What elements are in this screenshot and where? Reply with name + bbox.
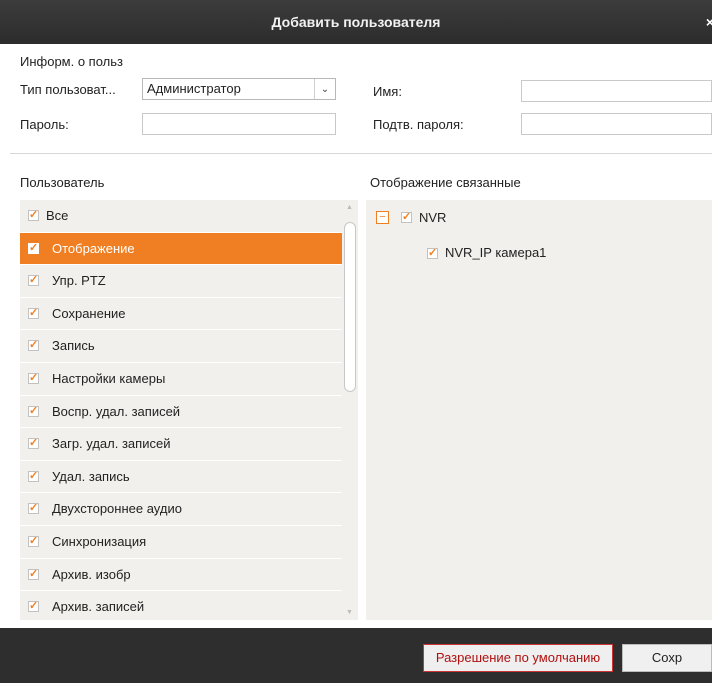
password-input[interactable] bbox=[142, 113, 336, 135]
permission-item[interactable]: ✓ Двухстороннее аудио bbox=[20, 493, 342, 526]
permission-item[interactable]: ✓ Упр. PTZ bbox=[20, 265, 342, 298]
permission-label: Сохранение bbox=[52, 305, 126, 321]
permission-item[interactable]: ✓ Удал. запись bbox=[20, 461, 342, 494]
chevron-down-icon[interactable]: ⌄ bbox=[314, 79, 335, 99]
permission-label: Упр. PTZ bbox=[52, 273, 106, 289]
user-type-value: Администратор bbox=[147, 81, 241, 96]
default-permission-button[interactable]: Разрешение по умолчанию bbox=[423, 644, 613, 672]
permission-item[interactable]: ✓ Архив. изобр bbox=[20, 559, 342, 592]
checkbox[interactable]: ✓ bbox=[28, 242, 39, 254]
tree-root-label: NVR bbox=[419, 210, 447, 225]
scroll-up-icon[interactable]: ▲ bbox=[346, 204, 353, 211]
checkbox[interactable]: ✓ bbox=[28, 568, 39, 580]
divider bbox=[10, 153, 712, 154]
permission-item[interactable]: ✓ Синхронизация bbox=[20, 526, 342, 559]
checkbox[interactable]: ✓ bbox=[28, 405, 39, 417]
checkbox[interactable]: ✓ bbox=[28, 438, 39, 450]
checkbox[interactable]: ✓ bbox=[28, 275, 39, 287]
checkbox[interactable]: ✓ bbox=[28, 601, 39, 613]
dialog-title: Добавить пользователя bbox=[271, 14, 441, 30]
permission-item[interactable]: ✓ Отображение bbox=[20, 232, 342, 266]
user-type-select[interactable]: Администратор ⌄ bbox=[142, 78, 336, 100]
resources-panel bbox=[366, 200, 712, 620]
user-info-section-label: Информ. о польз bbox=[20, 54, 123, 69]
permission-label: Отображение bbox=[52, 240, 135, 256]
permission-label: Синхронизация bbox=[52, 533, 147, 549]
save-button[interactable]: Сохр bbox=[622, 644, 712, 672]
checkbox[interactable]: ✓ bbox=[28, 470, 39, 482]
permission-label: Удал. запись bbox=[52, 468, 130, 484]
permission-item-all[interactable]: ✓ Все bbox=[20, 200, 342, 233]
tree-child-label: NVR_IP камера1 bbox=[445, 245, 547, 260]
checkbox[interactable]: ✓ bbox=[28, 372, 39, 384]
permission-label: Двухстороннее аудио bbox=[52, 501, 182, 517]
permission-item[interactable]: ✓ Запись bbox=[20, 330, 342, 363]
permission-label: Загр. удал. записей bbox=[52, 436, 171, 452]
permission-label: Воспр. удал. записей bbox=[52, 403, 181, 419]
permission-item[interactable]: ✓ Загр. удал. записей bbox=[20, 428, 342, 461]
name-input[interactable] bbox=[521, 80, 712, 102]
checkbox[interactable]: ✓ bbox=[28, 210, 39, 221]
confirm-password-label: Подтв. пароля: bbox=[373, 117, 464, 132]
checkbox[interactable]: ✓ bbox=[28, 535, 39, 547]
checkbox[interactable]: ✓ bbox=[28, 307, 39, 319]
name-label: Имя: bbox=[373, 84, 402, 99]
user-type-label: Тип пользоват... bbox=[20, 82, 116, 97]
permission-label: Архив. изобр bbox=[52, 566, 131, 582]
permission-label: Настройки камеры bbox=[52, 370, 166, 386]
permission-label: Архив. записей bbox=[52, 599, 145, 615]
collapse-icon[interactable]: − bbox=[376, 211, 389, 224]
scrollbar-thumb[interactable] bbox=[344, 222, 356, 392]
checkbox[interactable]: ✓ bbox=[28, 340, 39, 352]
permission-item[interactable]: ✓ Настройки камеры bbox=[20, 363, 342, 396]
permissions-header: Пользователь bbox=[20, 175, 105, 190]
camera-checkbox[interactable]: ✓ bbox=[427, 248, 438, 259]
dialog-titlebar: Добавить пользователя × bbox=[0, 0, 712, 44]
permission-item[interactable]: ✓ Архив. записей bbox=[20, 591, 342, 620]
permission-label: Запись bbox=[52, 338, 95, 354]
permissions-scrollbar[interactable]: ▲ ▼ bbox=[342, 200, 358, 620]
scroll-down-icon[interactable]: ▼ bbox=[346, 609, 353, 616]
permission-item[interactable]: ✓ Сохранение bbox=[20, 298, 342, 331]
resources-header: Отображение связанные bbox=[370, 175, 521, 190]
checkbox[interactable]: ✓ bbox=[28, 503, 39, 515]
confirm-password-input[interactable] bbox=[521, 113, 712, 135]
close-icon[interactable]: × bbox=[706, 0, 712, 44]
password-label: Пароль: bbox=[20, 117, 69, 132]
permissions-list: ✓ Все ✓ Отображение ✓ Упр. PTZ ✓ Сохранение ✓ Зап… bbox=[20, 200, 342, 620]
permission-item[interactable]: ✓ Воспр. удал. записей bbox=[20, 396, 342, 429]
nvr-checkbox[interactable]: ✓ bbox=[401, 212, 412, 223]
permission-label: Все bbox=[46, 208, 69, 223]
